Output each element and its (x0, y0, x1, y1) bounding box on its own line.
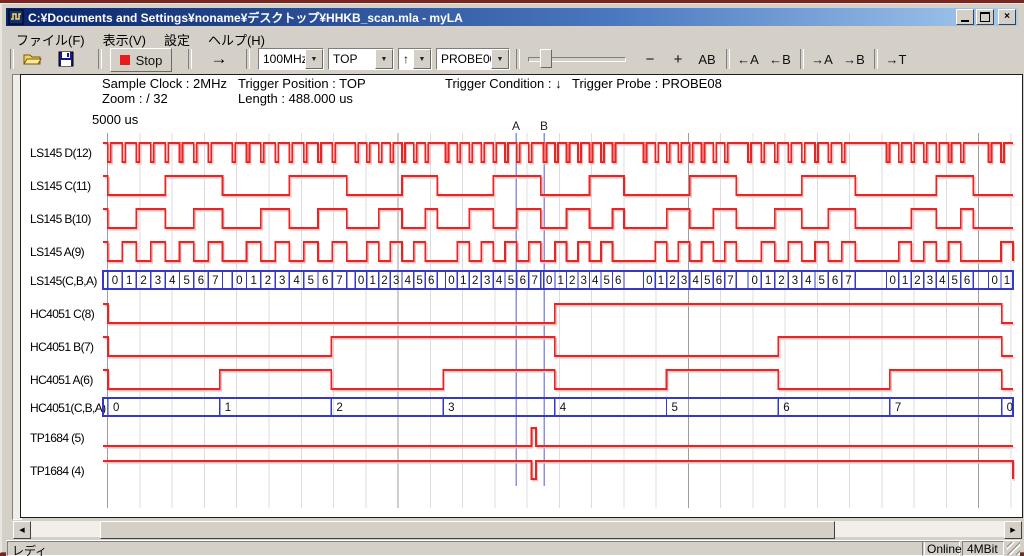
chevron-down-icon[interactable]: ▼ (375, 49, 393, 69)
goto-cursor-a-right-button[interactable]: →A (808, 48, 836, 70)
channel-label: HC4051 B(7) (30, 340, 93, 354)
toolbar: Stop → 100MHz ▼ TOP ▼ ↑ ▼ PROBE00 ▼ (6, 46, 1018, 72)
menu-view[interactable]: 表示(V) (95, 29, 154, 45)
channel-label: LS145 B(10) (30, 212, 91, 226)
toolbar-separator (726, 49, 730, 69)
trigger-position-info: Trigger Position : TOP (238, 76, 366, 91)
maximize-button[interactable] (976, 9, 994, 25)
trigger-probe-combo[interactable]: PROBE00 ▼ (436, 48, 510, 70)
scrollbar-thumb[interactable] (100, 521, 835, 539)
goto-cursor-b-left-button[interactable]: ←B (766, 48, 794, 70)
toolbar-separator (874, 49, 878, 69)
ruler-label: 5000 us (92, 112, 138, 127)
open-button[interactable] (18, 48, 46, 70)
toolbar-separator (98, 49, 102, 69)
channel-label: LS145 D(12) (30, 146, 91, 160)
channel-label: LS145(C,B,A) (30, 274, 97, 288)
sample-clock-info: Sample Clock : 2MHz (102, 76, 227, 91)
menu-settings[interactable]: 設定 (156, 29, 198, 45)
status-ready: レディ (7, 541, 925, 556)
zoom-ab-button[interactable]: AB (694, 48, 720, 70)
channel-label: LS145 A(9) (30, 245, 84, 259)
toolbar-separator (188, 49, 192, 69)
close-button[interactable]: × (998, 9, 1016, 25)
length-info: Length : 488.000 us (238, 91, 353, 106)
toolbar-separator (800, 49, 804, 69)
toolbar-separator (516, 49, 520, 69)
menu-help[interactable]: ヘルプ(H) (200, 29, 273, 45)
trigger-edge-combo[interactable]: ↑ ▼ (398, 48, 432, 70)
channel-label: TP1684 (5) (30, 431, 84, 445)
goto-trigger-button[interactable]: →T (882, 48, 910, 70)
window-title: C:¥Documents and Settings¥noname¥デスクトップ¥… (28, 9, 956, 26)
trigger-position-combo[interactable]: TOP ▼ (328, 48, 394, 70)
plot-area (20, 74, 1023, 518)
channel-label: LS145 C(11) (30, 179, 91, 193)
trigger-condition-info: Trigger Condition : ↓ (445, 76, 562, 91)
floppy-icon (58, 51, 74, 67)
run-button[interactable]: → (202, 48, 236, 70)
stop-icon (120, 55, 130, 65)
app-icon (8, 9, 24, 25)
goto-cursor-a-left-button[interactable]: ←A (734, 48, 762, 70)
horizontal-scrollbar[interactable]: ◀ ▶ (13, 521, 1022, 537)
chevron-down-icon[interactable]: ▼ (491, 49, 509, 69)
channel-label: HC4051(C,B,A) (30, 401, 106, 415)
status-bar: レディ Online 4MBit (6, 540, 1020, 556)
title-bar[interactable]: C:¥Documents and Settings¥noname¥デスクトップ¥… (6, 8, 1018, 26)
menu-file[interactable]: ファイル(F) (8, 29, 93, 45)
resize-grip[interactable] (1007, 542, 1020, 555)
sample-clock-combo[interactable]: 100MHz ▼ (258, 48, 324, 70)
zoom-slider-thumb[interactable] (540, 49, 552, 68)
status-memory: 4MBit (962, 541, 1004, 556)
app-window: C:¥Documents and Settings¥noname¥デスクトップ¥… (0, 0, 1024, 556)
toolbar-gripper (10, 49, 14, 69)
waveform-client-area (12, 74, 1023, 518)
minimize-button[interactable] (956, 9, 974, 25)
scroll-right-button[interactable]: ▶ (1004, 521, 1022, 539)
channel-label: HC4051 A(6) (30, 373, 93, 387)
channel-label: HC4051 C(8) (30, 307, 94, 321)
zoom-in-button[interactable]: + (666, 48, 690, 70)
toolbar-separator (246, 49, 250, 69)
chevron-down-icon[interactable]: ▼ (305, 49, 323, 69)
trigger-probe-info: Trigger Probe : PROBE08 (572, 76, 722, 91)
stop-button[interactable]: Stop (110, 48, 172, 72)
zoom-out-button[interactable]: − (638, 48, 662, 70)
chevron-down-icon[interactable]: ▼ (413, 49, 431, 69)
channel-label: TP1684 (4) (30, 464, 84, 478)
open-folder-icon (22, 51, 42, 67)
save-button[interactable] (52, 48, 80, 70)
scroll-left-button[interactable]: ◀ (13, 521, 31, 539)
goto-cursor-b-right-button[interactable]: →B (840, 48, 868, 70)
zoom-info: Zoom : / 32 (102, 91, 168, 106)
status-online: Online (922, 541, 960, 556)
window-frame: C:¥Documents and Settings¥noname¥デスクトップ¥… (0, 3, 1024, 553)
menu-bar: ファイル(F) 表示(V) 設定 ヘルプ(H) (8, 29, 273, 45)
